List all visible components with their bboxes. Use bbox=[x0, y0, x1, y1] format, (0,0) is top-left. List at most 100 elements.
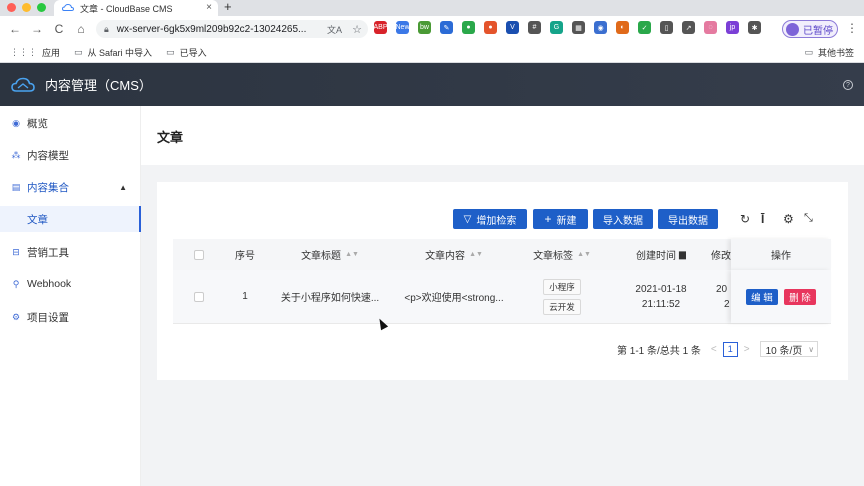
add-filter-button[interactable]: ▽ 增加检索 bbox=[453, 209, 527, 229]
edit-button[interactable]: 编 辑 bbox=[746, 288, 778, 305]
evernote-icon[interactable]: ● bbox=[462, 21, 475, 34]
browser-menu-icon[interactable]: ⋮ bbox=[846, 21, 858, 35]
grammarly-icon[interactable]: G bbox=[550, 21, 563, 34]
add-filter-label: 增加检索 bbox=[476, 215, 517, 227]
sidebar-item-label: Webhook bbox=[27, 278, 72, 290]
app-title: 内容管理（CMS） bbox=[45, 78, 152, 93]
cell-title: 关于小程序如何快速... bbox=[280, 293, 380, 304]
cell-content: <p>欢迎使用<strong... bbox=[404, 293, 504, 304]
cell-tags: 小程序 云开发 bbox=[513, 270, 611, 323]
back-icon[interactable]: ← bbox=[4, 22, 26, 36]
header-title[interactable]: 文章标题 ▲▼ bbox=[265, 239, 395, 270]
bw-icon[interactable]: bw bbox=[418, 21, 431, 34]
home-icon[interactable]: ⌂ bbox=[70, 22, 92, 36]
profile-button[interactable]: 已暂停 bbox=[782, 20, 838, 38]
refresh-icon[interactable]: ↻ bbox=[740, 212, 750, 226]
bookmark-icon[interactable]: ▯ bbox=[660, 21, 673, 34]
header-created-label: 创建时间 bbox=[636, 251, 677, 262]
header-tags[interactable]: 文章标签 ▲▼ bbox=[513, 239, 611, 270]
sidebar-item-articles[interactable]: 文章 bbox=[0, 206, 141, 232]
star-icon[interactable]: ☆ bbox=[352, 23, 362, 36]
table-header: 序号 文章标题 ▲▼ 文章内容 ▲▼ 文章标签 ▲▼ 创建时间 ▆ 修改 操作 bbox=[173, 239, 831, 270]
other-bookmarks[interactable]: ▭ 其他书签 bbox=[804, 46, 854, 59]
help-icon[interactable]: ? bbox=[843, 80, 853, 90]
cell-index: 1 bbox=[242, 291, 248, 302]
model-icon: ⁂ bbox=[11, 149, 21, 160]
page-size-value: 10 条/页 bbox=[765, 345, 803, 357]
cloud-logo-icon bbox=[11, 77, 35, 92]
hash-icon[interactable]: # bbox=[528, 21, 541, 34]
ghost-icon[interactable]: ◌ bbox=[704, 21, 717, 34]
header-content[interactable]: 文章内容 ▲▼ bbox=[395, 239, 513, 270]
header-actions: 操作 bbox=[771, 251, 791, 262]
sidebar-item-marketing[interactable]: ⊟ 营销工具 bbox=[0, 239, 141, 265]
forward-icon[interactable]: → bbox=[26, 22, 48, 36]
settings-icon[interactable]: ⚙ bbox=[783, 212, 794, 226]
checkbox-box bbox=[194, 291, 204, 302]
import-button[interactable]: 导入数据 bbox=[593, 209, 653, 229]
sort-icon: ▲▼ bbox=[577, 251, 591, 258]
page-size-select[interactable]: 10 条/页 ∨ bbox=[759, 341, 818, 357]
reload-icon[interactable]: C bbox=[48, 22, 70, 36]
bookmark-label: 已导入 bbox=[179, 47, 207, 58]
circle-orange-icon[interactable]: ● bbox=[484, 21, 497, 34]
translate-icon[interactable]: 文A bbox=[327, 23, 342, 36]
new-badge-icon[interactable]: New bbox=[396, 21, 410, 34]
window-maximize-button[interactable] bbox=[37, 3, 46, 12]
url-text: wx-server-6gk5x9ml209b92c2-13024265... bbox=[116, 23, 307, 35]
delete-button[interactable]: 删 除 bbox=[784, 288, 816, 305]
sidebar-item-project-settings[interactable]: ⚙ 项目设置 bbox=[0, 304, 141, 330]
browser-tab-active[interactable]: 文章 - CloudBase CMS × bbox=[54, 0, 218, 16]
chart-icon[interactable]: ↗ bbox=[682, 21, 695, 34]
collection-icon: ▤ bbox=[11, 181, 21, 192]
window-minimize-button[interactable] bbox=[22, 3, 31, 12]
tag-badge: 云开发 bbox=[543, 298, 581, 315]
jp-icon[interactable]: jp bbox=[726, 21, 739, 34]
sort-icon: ▲▼ bbox=[345, 251, 359, 258]
address-bar[interactable]: 🔒︎ wx-server-6gk5x9ml209b92c2-13024265..… bbox=[96, 20, 368, 38]
sidebar-item-content-model[interactable]: ⁂ 内容模型 bbox=[0, 142, 141, 168]
header-created[interactable]: 创建时间 ▆ bbox=[611, 239, 711, 270]
bookmark-safari-import[interactable]: ▭ 从 Safari 中导入 bbox=[74, 46, 152, 59]
sidebar-item-webhook[interactable]: ⚲ Webhook bbox=[0, 271, 141, 297]
window-close-button[interactable] bbox=[7, 3, 16, 12]
pagination-summary: 第 1-1 条/总共 1 条 bbox=[617, 345, 701, 357]
next-page-icon[interactable]: > bbox=[744, 344, 750, 355]
adblock-plus-icon[interactable]: ABP bbox=[374, 21, 388, 34]
chevron-up-icon[interactable]: ▲ bbox=[119, 183, 127, 192]
row-checkbox[interactable] bbox=[173, 270, 225, 323]
new-button[interactable]: + 新建 bbox=[533, 209, 588, 229]
sidebar-item-overview[interactable]: ◉ 概览 bbox=[0, 110, 141, 136]
eye-icon[interactable]: ◐ bbox=[616, 21, 629, 34]
camera-icon[interactable]: ◉ bbox=[594, 21, 607, 34]
prev-page-icon[interactable]: < bbox=[711, 344, 717, 355]
created-date: 2021-01-18 bbox=[635, 283, 687, 295]
sidebar-item-label: 内容模型 bbox=[27, 149, 69, 162]
folder-icon: ▭ bbox=[166, 46, 175, 57]
cell-actions: 编 辑 删 除 bbox=[731, 270, 831, 323]
sidebar-item-content-collection[interactable]: ▤ 内容集合 ▲ bbox=[0, 174, 141, 200]
avatar bbox=[786, 22, 799, 36]
new-tab-button[interactable]: + bbox=[224, 0, 232, 14]
bookmark-imported[interactable]: ▭ 已导入 bbox=[166, 46, 207, 59]
chevron-down-icon: ∨ bbox=[808, 344, 815, 354]
shield-icon[interactable]: ✓ bbox=[638, 21, 651, 34]
new-label: 新建 bbox=[556, 215, 577, 227]
export-button[interactable]: 导出数据 bbox=[658, 209, 718, 229]
fullscreen-icon[interactable]: ⤡ bbox=[804, 212, 813, 225]
select-all-checkbox[interactable] bbox=[173, 239, 225, 270]
puzzle-icon[interactable]: ✱ bbox=[748, 21, 761, 34]
sort-icon: ▲▼ bbox=[469, 251, 483, 258]
v-icon[interactable]: V bbox=[506, 21, 519, 34]
qr-icon[interactable]: ▦ bbox=[572, 21, 585, 34]
page-button-current[interactable]: 1 bbox=[722, 341, 738, 357]
column-height-icon[interactable]: Ī bbox=[761, 212, 764, 226]
tab-close-icon[interactable]: × bbox=[206, 2, 212, 13]
folder-icon: ▭ bbox=[804, 47, 813, 57]
created-time: 21:11:52 bbox=[641, 298, 681, 310]
bookmark-label: 应用 bbox=[42, 47, 61, 58]
plus-icon: + bbox=[544, 212, 552, 226]
pen-icon[interactable]: ✎ bbox=[440, 21, 453, 34]
bookmark-apps[interactable]: ⋮⋮⋮ 应用 bbox=[10, 46, 60, 59]
header-tags-label: 文章标签 bbox=[533, 251, 574, 262]
